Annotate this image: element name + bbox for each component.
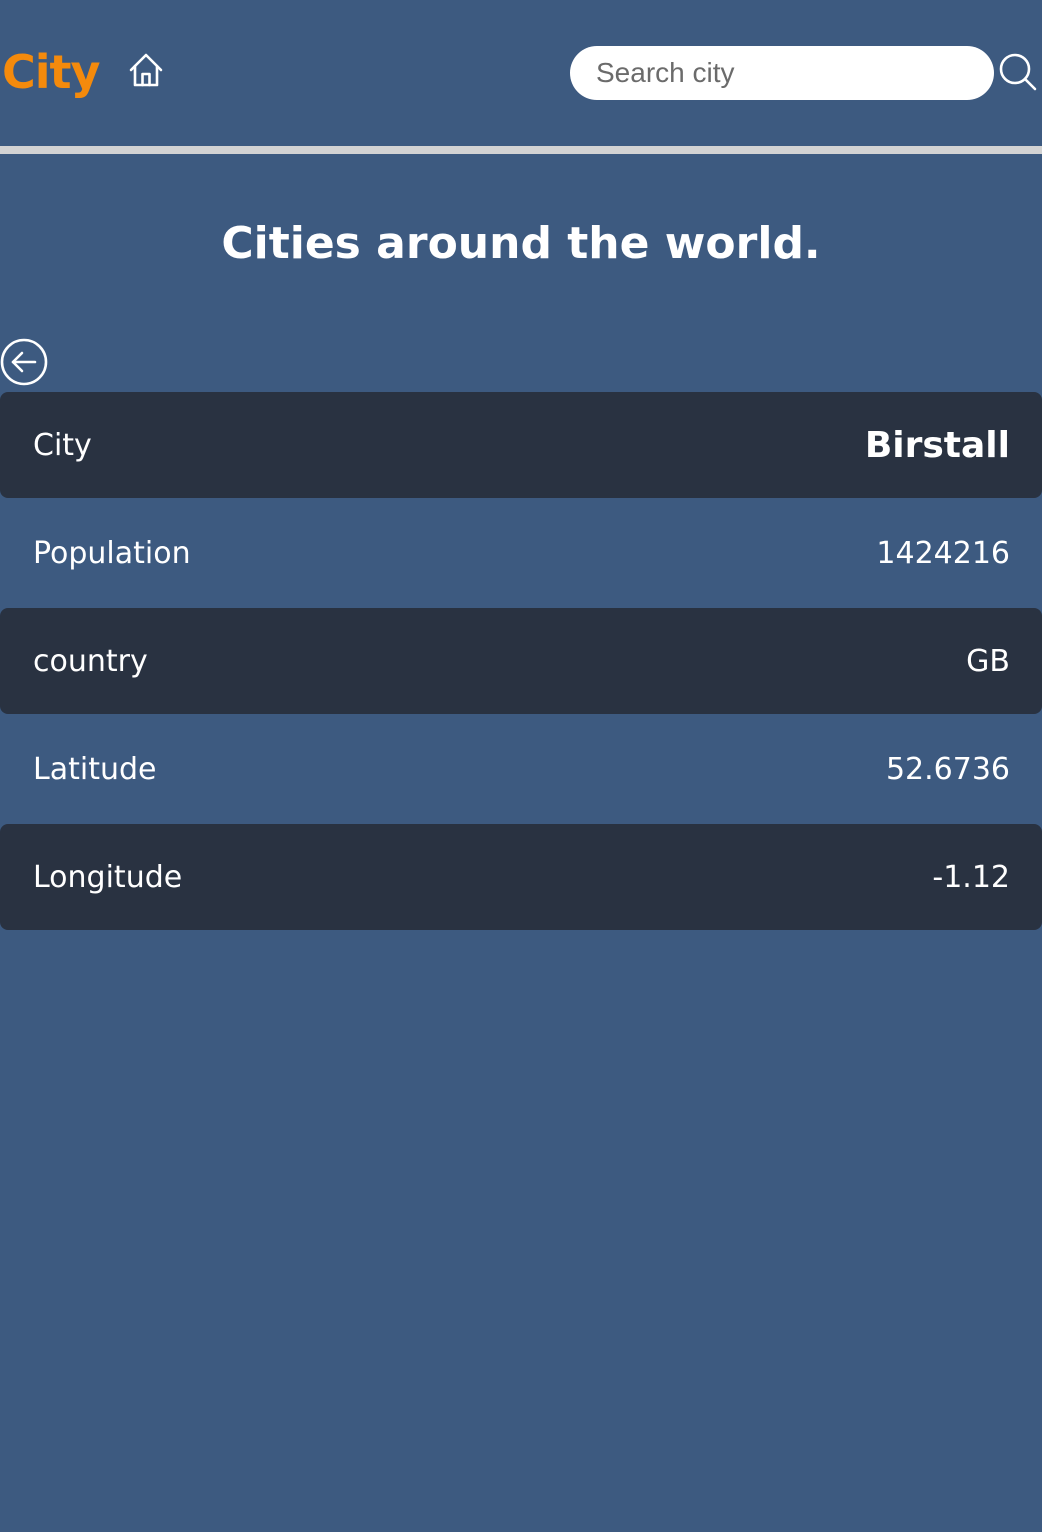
row-label: Longitude [33, 859, 183, 895]
table-row: Population 1424216 [0, 500, 1042, 606]
row-value: GB [966, 643, 1010, 679]
table-row: Latitude 52.6736 [0, 716, 1042, 822]
table-row: Longitude -1.12 [0, 824, 1042, 930]
search-button[interactable] [996, 50, 1040, 94]
page-title: Cities around the world. [221, 218, 821, 269]
home-icon [129, 53, 163, 87]
table-row: country GB [0, 608, 1042, 714]
back-button[interactable] [0, 338, 48, 386]
city-details-table: City Birstall Population 1424216 country… [0, 392, 1042, 932]
row-label: City [33, 427, 92, 463]
row-value: 1424216 [876, 535, 1010, 571]
search-input[interactable] [570, 46, 994, 100]
row-value: -1.12 [932, 859, 1010, 895]
header-divider [0, 146, 1042, 154]
table-row: City Birstall [0, 392, 1042, 498]
row-value: Birstall [864, 424, 1010, 466]
search-box [570, 46, 994, 100]
app-logo[interactable]: City [2, 42, 101, 102]
search-icon [999, 53, 1037, 91]
app-header: City [0, 0, 1042, 146]
row-label: country [33, 643, 148, 679]
row-label: Latitude [33, 751, 157, 787]
home-button[interactable] [124, 48, 168, 92]
arrow-left-circle-icon [0, 338, 48, 386]
row-value: 52.6736 [885, 751, 1010, 787]
row-label: Population [33, 535, 191, 571]
